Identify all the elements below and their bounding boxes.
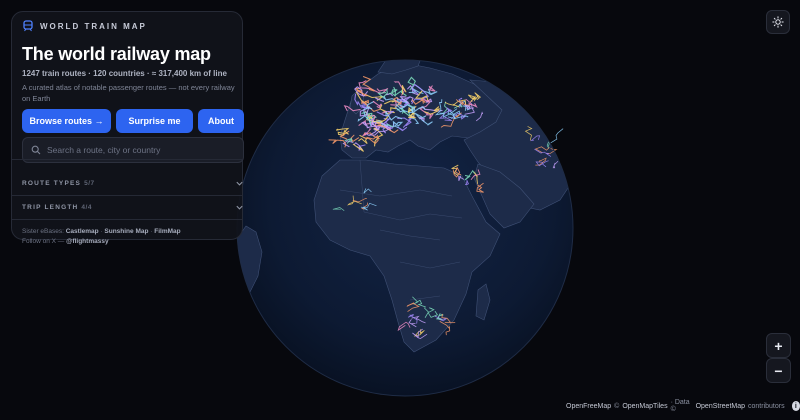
theme-toggle-button[interactable] (766, 10, 790, 34)
trip-length-count: 4/4 (81, 203, 92, 211)
stats-line: 1247 train routes · 120 countries · ≈ 31… (22, 69, 227, 78)
page-title: The world railway map (22, 44, 211, 64)
surprise-me-button[interactable]: Surprise me (116, 109, 193, 133)
sister-link-sunshine-map[interactable]: Sunshine Map (104, 228, 148, 235)
map-attribution: OpenFreeMap © OpenMapTiles · Data © Open… (566, 399, 800, 413)
zoom-out-button[interactable]: − (766, 358, 791, 383)
trip-length-toggle[interactable]: TRIP LENGTH 4/4 (22, 196, 244, 218)
attrib-openmaptiles[interactable]: OpenMapTiles (622, 403, 667, 410)
train-icon (23, 20, 33, 32)
attrib-openstreetmap[interactable]: OpenStreetMap (696, 403, 745, 410)
sun-icon (772, 16, 784, 28)
chevron-down-icon (236, 181, 243, 186)
route-types-count: 5/7 (84, 179, 95, 187)
search-input[interactable] (47, 145, 227, 155)
info-icon[interactable]: i (791, 401, 800, 411)
about-button[interactable]: About (198, 109, 244, 133)
route-types-toggle[interactable]: ROUTE TYPES 5/7 (22, 172, 244, 194)
search-icon (31, 145, 41, 155)
browse-routes-button[interactable]: Browse routes → (22, 109, 111, 133)
sister-sites: Sister eBases: Castlemap · Sunshine Map … (22, 228, 181, 235)
divider (12, 159, 242, 160)
chevron-down-icon (236, 205, 243, 210)
follow-line: Follow on X — @flightmassy (22, 238, 109, 245)
brand-name: WORLD TRAIN MAP (40, 21, 147, 31)
brand: WORLD TRAIN MAP (22, 20, 147, 32)
route-line[interactable] (550, 128, 564, 144)
sister-link-filmmap[interactable]: FilmMap (154, 228, 180, 235)
description: A curated atlas of notable passenger rou… (22, 83, 235, 103)
x-handle-link[interactable]: @flightmassy (66, 238, 108, 245)
divider (12, 219, 242, 220)
sister-link-castlemap[interactable]: Castlemap (66, 228, 99, 235)
route-types-label: ROUTE TYPES (22, 179, 82, 187)
trip-length-label: TRIP LENGTH (22, 203, 79, 211)
info-panel: WORLD TRAIN MAP The world railway map 12… (11, 11, 244, 245)
attrib-openfreemap[interactable]: OpenFreeMap (566, 403, 611, 410)
zoom-in-button[interactable]: + (766, 333, 791, 358)
